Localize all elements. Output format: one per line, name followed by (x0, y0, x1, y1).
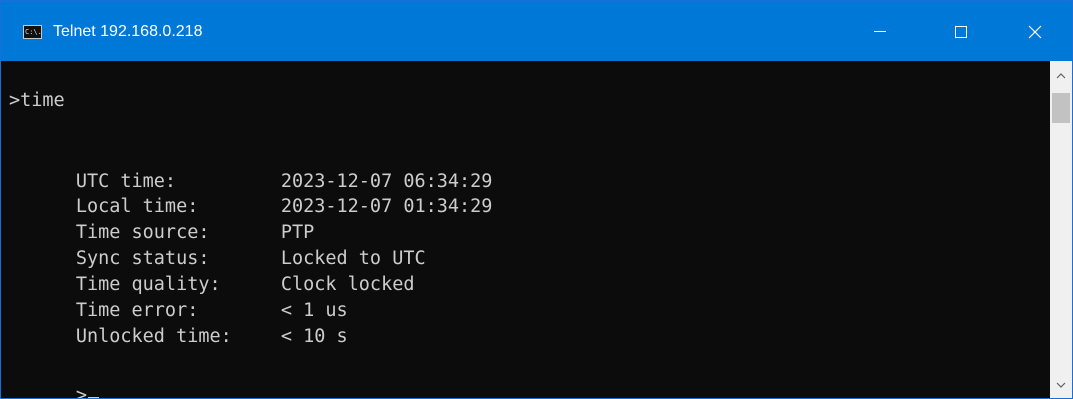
title-bar[interactable]: C:\. Telnet 192.168.0.218 (1, 1, 1072, 61)
scroll-thumb[interactable] (1052, 93, 1070, 123)
scroll-up-button[interactable] (1050, 65, 1072, 87)
command-line: >time (9, 90, 65, 111)
prompt-line[interactable]: > (9, 360, 99, 398)
output-row-time-source: Time source: PTP (9, 197, 314, 243)
scroll-down-button[interactable] (1050, 374, 1072, 396)
minimize-icon (874, 31, 886, 32)
chevron-down-icon (1056, 382, 1066, 388)
chevron-up-icon (1056, 73, 1066, 79)
output-row-time-error: Time error: < 1 us (9, 275, 348, 321)
output-row-local-time: Local time: 2023-12-07 01:34:29 (9, 171, 493, 217)
vertical-scrollbar[interactable] (1050, 61, 1072, 398)
close-button[interactable] (1001, 1, 1072, 61)
output-row-unlocked-time: Unlocked time: < 10 s (9, 301, 348, 347)
row-label: Unlocked time: (75, 326, 232, 347)
window-title: Telnet 192.168.0.218 (53, 23, 203, 40)
maximize-icon (955, 26, 967, 38)
telnet-window: C:\. Telnet 192.168.0.218 >time UTC time… (0, 0, 1073, 399)
console-icon[interactable]: C:\. (23, 25, 42, 39)
terminal-output[interactable]: >time UTC time: 2023-12-07 06:34:29 Local… (1, 61, 1050, 398)
prompt-symbol: > (75, 385, 87, 399)
row-value: < 10 s (280, 326, 348, 347)
output-row-time-quality: Time quality: Clock locked (9, 249, 415, 295)
output-row-sync-status: Sync status: Locked to UTC (9, 223, 426, 269)
maximize-button[interactable] (927, 1, 995, 61)
output-row-utc-time: UTC time: 2023-12-07 06:34:29 (9, 146, 493, 192)
minimize-button[interactable] (847, 1, 915, 61)
close-icon (1028, 25, 1042, 39)
